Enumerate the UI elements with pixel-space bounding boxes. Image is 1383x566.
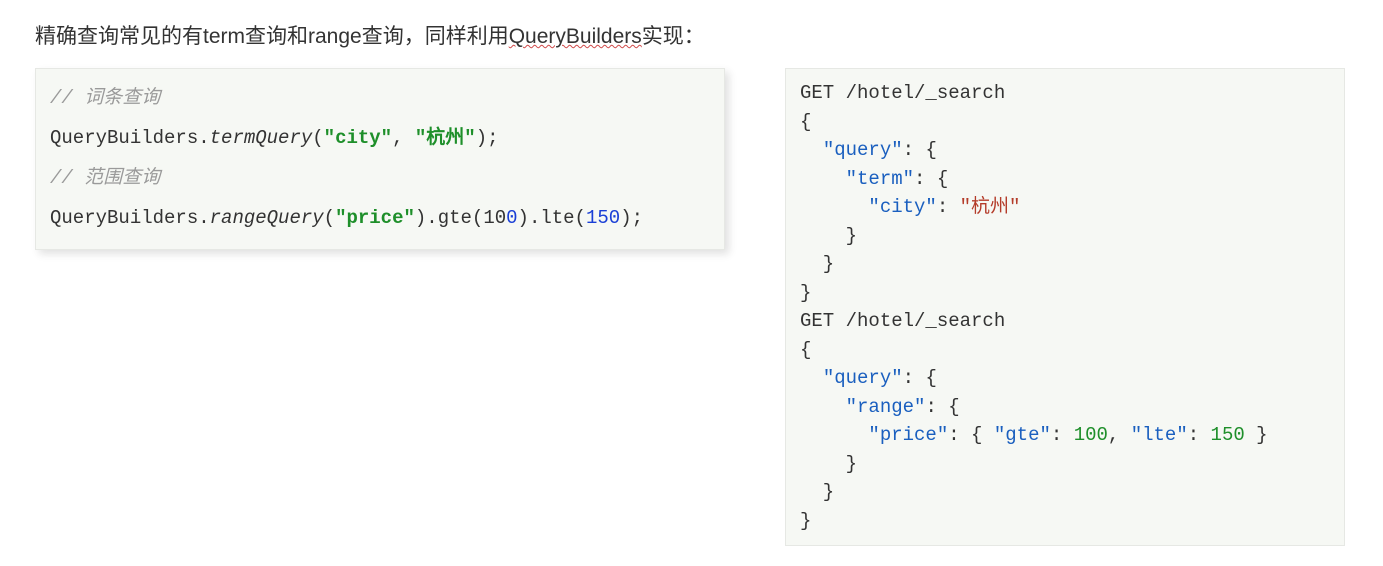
intro-text-pre: 精确查询常见的有term查询和range查询，同样利用 — [35, 25, 509, 48]
intro-paragraph: 精确查询常见的有term查询和range查询，同样利用QueryBuilders… — [35, 20, 1348, 50]
json-code-block: GET /hotel/_search { "query": { "term": … — [785, 68, 1345, 546]
code-columns: // 词条查询 QueryBuilders.termQuery("city", … — [35, 68, 1348, 546]
java-code-block: // 词条查询 QueryBuilders.termQuery("city", … — [35, 68, 725, 250]
intro-text-underlined: QueryBuilders — [509, 25, 642, 48]
intro-text-post: 实现： — [642, 25, 705, 48]
